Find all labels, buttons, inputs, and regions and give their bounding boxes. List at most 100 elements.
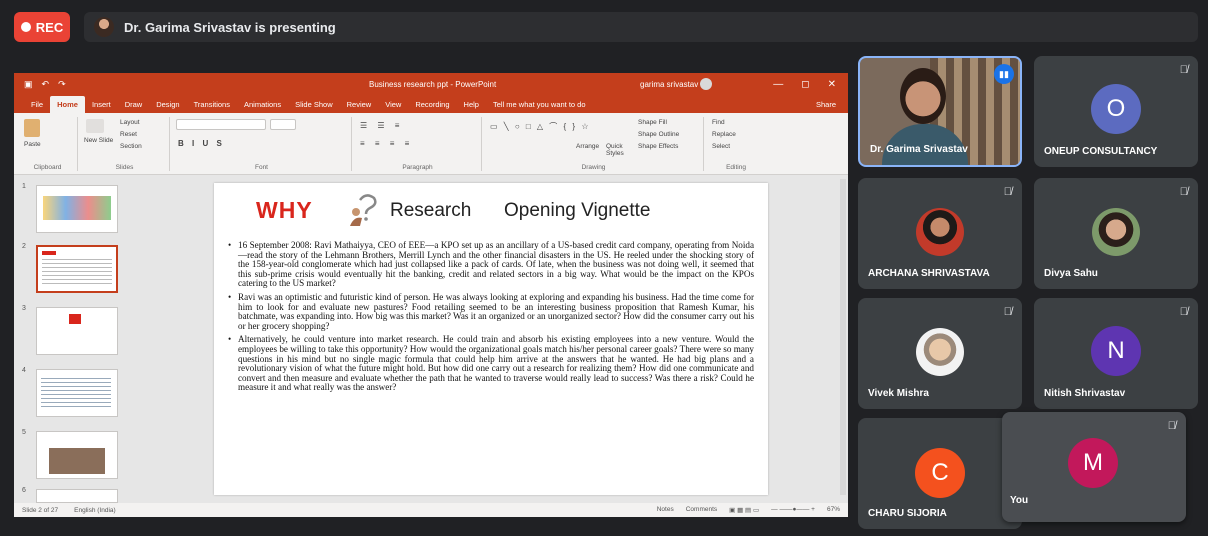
slide-thumbnail-6[interactable]: [36, 489, 118, 503]
slide-number: 4: [22, 367, 26, 374]
mic-off-icon: 🎙̸: [1003, 306, 1012, 318]
mic-off-icon: 🎙̸: [1179, 64, 1188, 76]
tab-insert[interactable]: Insert: [85, 100, 118, 113]
view-buttons-icon[interactable]: ▣ ▦ ▤ ▭: [729, 506, 759, 514]
font-group: B I U S Font: [172, 117, 352, 171]
tab-design[interactable]: Design: [149, 100, 186, 113]
section-button[interactable]: Section: [120, 143, 142, 150]
mic-off-icon: 🎙̸: [1003, 186, 1012, 198]
redo-icon[interactable]: ↷: [58, 79, 66, 90]
slide-count: Slide 2 of 27: [22, 506, 59, 514]
presenting-banner: Dr. Garima Srivastav is presenting: [84, 12, 1198, 42]
list-icons[interactable]: ☰ ☰ ≡: [360, 121, 403, 130]
self-view-tile[interactable]: 🎙̸ M You: [1002, 412, 1186, 522]
shape-effects-button[interactable]: Shape Effects: [638, 143, 678, 150]
tab-animations[interactable]: Animations: [237, 100, 288, 113]
slide-thumbnail-3[interactable]: [36, 307, 118, 355]
presenting-text: Dr. Garima Srivastav is presenting: [124, 19, 336, 35]
participant-name: Divya Sahu: [1044, 268, 1098, 279]
slide-number: 6: [22, 487, 26, 494]
slide-editing-canvas: WHY Research Opening Vignette 16 Septemb…: [144, 175, 848, 503]
participant-tile-archana[interactable]: 🎙̸ ARCHANA SHRIVASTAVA: [858, 178, 1022, 289]
tell-me-search[interactable]: Tell me what you want to do: [486, 100, 593, 113]
participant-name: ARCHANA SHRIVASTAVA: [868, 268, 990, 279]
avatar: [916, 208, 964, 256]
replace-button[interactable]: Replace: [712, 131, 736, 138]
font-size-select[interactable]: [270, 119, 296, 130]
participant-tile-oneup[interactable]: 🎙̸ O ONEUP CONSULTANCY: [1034, 56, 1198, 167]
canvas-scrollbar[interactable]: [840, 179, 846, 495]
current-slide[interactable]: WHY Research Opening Vignette 16 Septemb…: [214, 183, 768, 495]
quick-styles-button[interactable]: Quick Styles: [606, 143, 632, 157]
tab-home[interactable]: Home: [50, 96, 85, 113]
status-right-controls: Notes Comments ▣ ▦ ▤ ▭ — ——●—— + 67%: [657, 506, 840, 514]
slide-number: 5: [22, 429, 26, 436]
arrange-button[interactable]: Arrange: [576, 143, 599, 150]
document-title: Business research ppt - PowerPoint: [369, 79, 497, 89]
tab-slide-show[interactable]: Slide Show: [288, 100, 340, 113]
layout-button[interactable]: Layout: [120, 119, 140, 126]
zoom-slider[interactable]: — ——●—— +: [771, 506, 815, 514]
undo-icon[interactable]: ↶: [42, 79, 50, 90]
account-name: garima srivastav: [640, 79, 699, 89]
slide-bullet-list: 16 September 2008: Ravi Mathaiyya, CEO o…: [228, 240, 754, 397]
tab-transitions[interactable]: Transitions: [187, 100, 237, 113]
tab-review[interactable]: Review: [340, 100, 379, 113]
close-icon[interactable]: ✕: [828, 79, 836, 90]
home-ribbon: Paste Clipboard New Slide Layout Reset S…: [14, 113, 848, 175]
shape-outline-button[interactable]: Shape Outline: [638, 131, 679, 138]
save-icon[interactable]: ▣: [24, 79, 33, 90]
slide-thumbnail-1[interactable]: [36, 185, 118, 233]
window-controls: — ◻ ✕: [773, 79, 836, 90]
font-name-select[interactable]: [176, 119, 266, 130]
language-indicator[interactable]: English (India): [74, 507, 116, 514]
tab-file[interactable]: File: [24, 100, 50, 113]
shapes-gallery-icon[interactable]: ▭ ╲ ○ □ △ ⌒ { } ☆: [490, 121, 591, 132]
slide-thumbnail-5[interactable]: [36, 431, 118, 479]
notes-button[interactable]: Notes: [657, 506, 674, 514]
minimize-icon[interactable]: —: [773, 79, 783, 90]
mic-off-icon: 🎙̸: [1179, 306, 1188, 318]
slide-bullet: Alternatively, he could venture into mar…: [228, 335, 754, 393]
align-icons[interactable]: ≡ ≡ ≡ ≡: [360, 139, 413, 148]
participant-name: ONEUP CONSULTANCY: [1044, 146, 1158, 157]
zoom-level[interactable]: 67%: [827, 506, 840, 514]
recording-indicator[interactable]: REC: [14, 12, 70, 42]
slides-group: New Slide Layout Reset Section Slides: [80, 117, 170, 171]
participant-tile-charu[interactable]: C CHARU SIJORIA: [858, 418, 1022, 529]
tab-draw[interactable]: Draw: [118, 100, 150, 113]
font-format-icons[interactable]: B I U S: [178, 139, 225, 148]
participant-tile-nitish[interactable]: 🎙̸ N Nitish Shrivastav: [1034, 298, 1198, 409]
avatar: N: [1091, 326, 1141, 376]
slide-number: 1: [22, 183, 26, 190]
paragraph-group-label: Paragraph: [402, 164, 433, 171]
slide-thumbnail-4[interactable]: [36, 369, 118, 417]
participant-tile-presenter[interactable]: ▮▮ Dr. Garima Srivastav: [858, 56, 1022, 167]
comments-button[interactable]: Comments: [686, 506, 717, 514]
slide-thumbnail-2[interactable]: [36, 245, 118, 293]
find-button[interactable]: Find: [712, 119, 725, 126]
tab-recording[interactable]: Recording: [408, 100, 456, 113]
slide-why-word: WHY: [256, 197, 313, 223]
avatar: [916, 328, 964, 376]
reset-button[interactable]: Reset: [120, 131, 137, 138]
shape-fill-button[interactable]: Shape Fill: [638, 119, 667, 126]
slide-bullet: 16 September 2008: Ravi Mathaiyya, CEO o…: [228, 240, 754, 289]
participant-tile-vivek[interactable]: 🎙̸ Vivek Mishra: [858, 298, 1022, 409]
paragraph-group: ☰ ☰ ≡ ≡ ≡ ≡ ≡ Paragraph: [354, 117, 482, 171]
tab-help[interactable]: Help: [457, 100, 486, 113]
paste-icon[interactable]: [24, 119, 40, 137]
editing-group: Find Replace Select Editing: [706, 117, 766, 171]
participant-tile-divya[interactable]: 🎙̸ Divya Sahu: [1034, 178, 1198, 289]
maximize-icon[interactable]: ◻: [801, 79, 809, 90]
mic-off-icon: 🎙̸: [1167, 420, 1176, 432]
select-button[interactable]: Select: [712, 143, 730, 150]
participant-name: You: [1010, 495, 1029, 506]
share-button[interactable]: Share: [816, 100, 836, 109]
speaking-indicator-icon: ▮▮: [994, 64, 1014, 84]
clipboard-group-label: Clipboard: [33, 164, 62, 171]
avatar: O: [1091, 84, 1141, 134]
tab-view[interactable]: View: [378, 100, 408, 113]
account-avatar[interactable]: [700, 78, 712, 90]
new-slide-icon[interactable]: [86, 119, 104, 133]
